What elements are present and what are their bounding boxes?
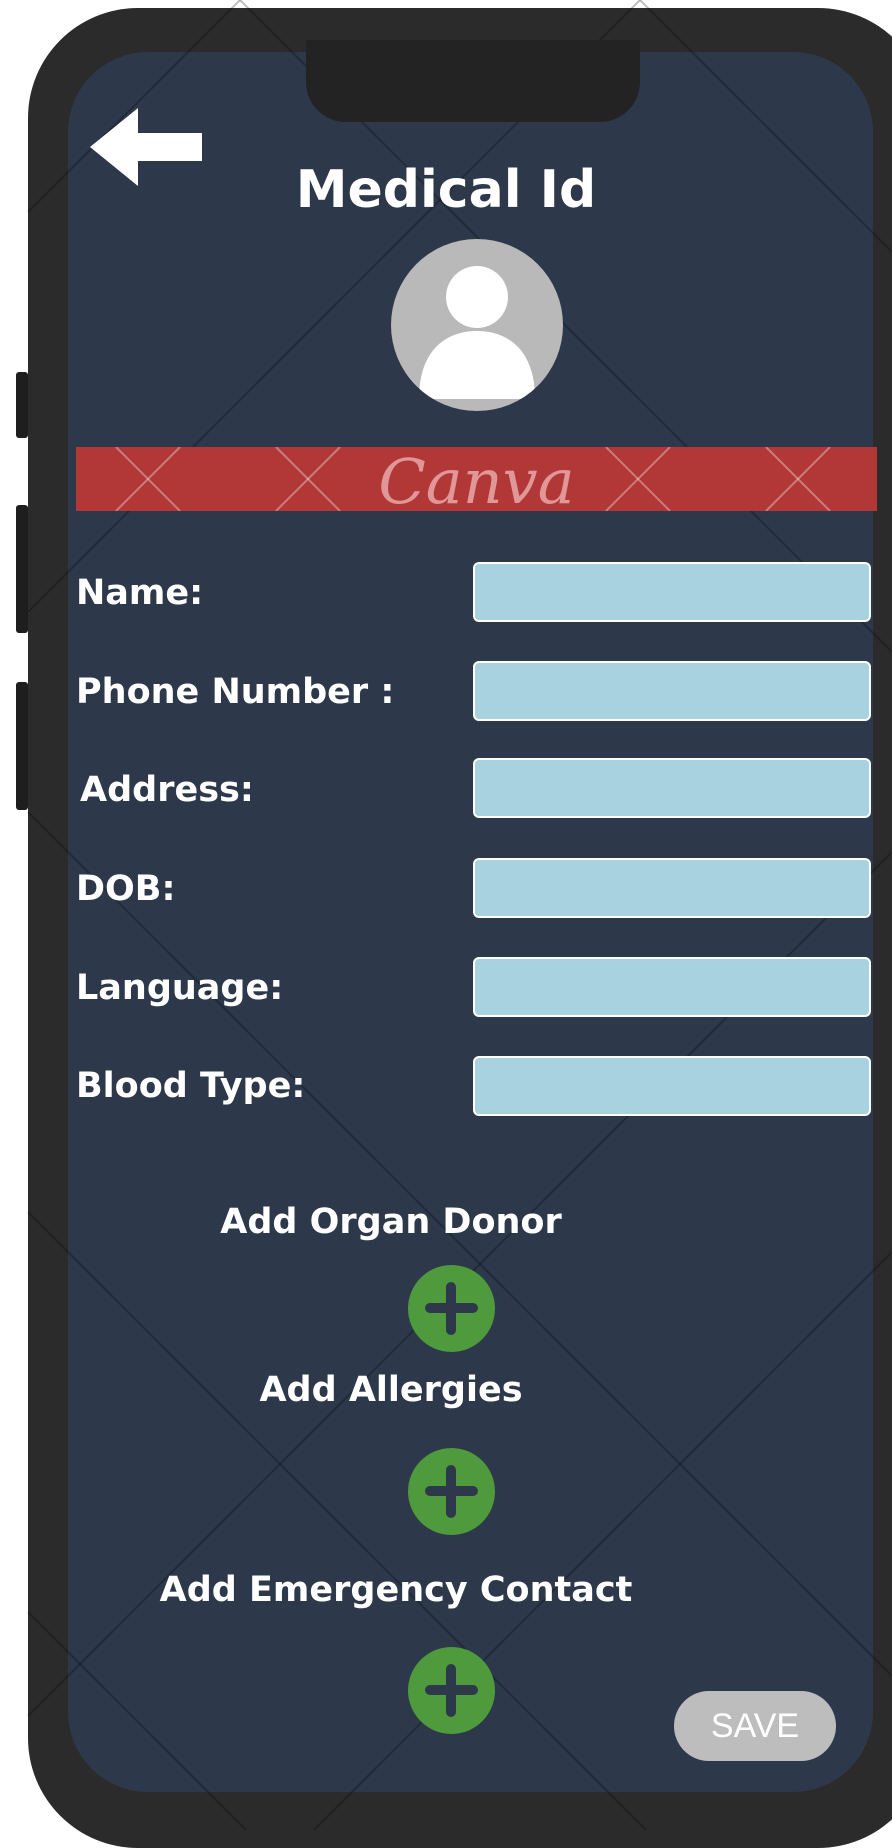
add-emergency-contact-label: Add Emergency Contact bbox=[159, 1570, 633, 1610]
add-allergies-label: Add Allergies bbox=[259, 1370, 523, 1410]
address-label: Address: bbox=[80, 770, 254, 810]
blood-type-input[interactable] bbox=[473, 1056, 871, 1116]
phone-volume-down-button bbox=[16, 682, 28, 810]
phone-side-button bbox=[16, 372, 28, 438]
blood-type-label: Blood Type: bbox=[76, 1066, 306, 1106]
phone-number-label: Phone Number : bbox=[76, 672, 395, 712]
add-organ-donor-button[interactable] bbox=[408, 1265, 495, 1352]
phone-number-input[interactable] bbox=[473, 661, 871, 721]
avatar[interactable] bbox=[391, 239, 563, 411]
page-title: Medical Id bbox=[295, 160, 597, 220]
phone-volume-up-button bbox=[16, 505, 28, 633]
name-label: Name: bbox=[76, 573, 204, 613]
language-label: Language: bbox=[76, 968, 284, 1008]
user-silhouette-icon bbox=[419, 266, 535, 399]
save-button[interactable]: SAVE bbox=[674, 1691, 836, 1761]
dob-input[interactable] bbox=[473, 858, 871, 918]
add-allergies-button[interactable] bbox=[408, 1448, 495, 1535]
add-organ-donor-label: Add Organ Donor bbox=[220, 1202, 562, 1242]
language-input[interactable] bbox=[473, 957, 871, 1017]
phone-notch bbox=[306, 40, 640, 122]
address-input[interactable] bbox=[473, 758, 871, 818]
dob-label: DOB: bbox=[76, 869, 176, 909]
banner: Canva bbox=[76, 447, 877, 511]
add-emergency-contact-button[interactable] bbox=[408, 1647, 495, 1734]
banner-text: Canva bbox=[378, 447, 575, 512]
name-input[interactable] bbox=[473, 562, 871, 622]
